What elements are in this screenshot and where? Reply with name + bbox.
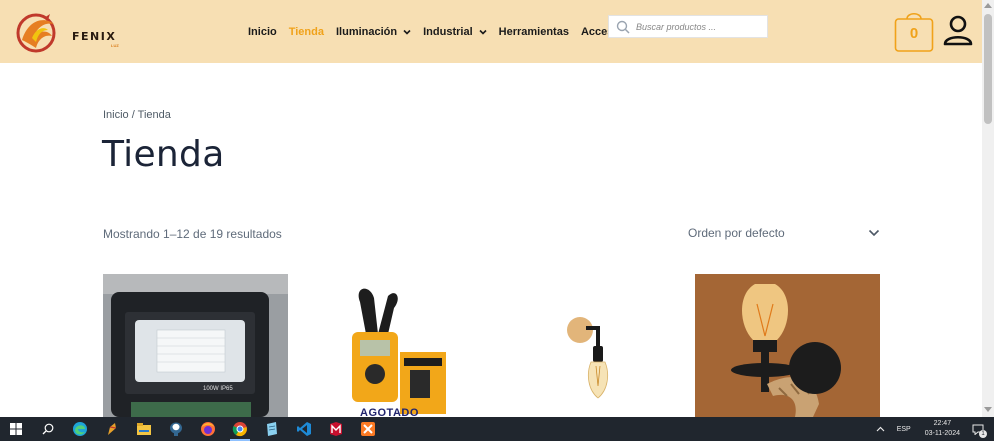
- file-explorer-icon: [137, 423, 151, 435]
- search-icon: [616, 20, 630, 34]
- ingco-clamp-meter: [300, 274, 485, 417]
- notification-count: 1: [979, 430, 987, 438]
- nav-label: Iluminación: [336, 26, 398, 38]
- chevron-down-icon: [403, 29, 411, 35]
- taskbar-edge[interactable]: [64, 417, 96, 441]
- orderby-select[interactable]: Orden por defecto: [688, 226, 880, 240]
- windows-taskbar: ESP 22:47 03-11-2024 1: [0, 417, 994, 441]
- firefox-icon: [201, 422, 215, 436]
- start-button[interactable]: [0, 417, 32, 441]
- chevron-down-icon: [479, 29, 487, 35]
- scroll-down-arrow-icon[interactable]: [984, 407, 992, 412]
- phoenix-logo-icon: [16, 13, 56, 53]
- product-card[interactable]: 100W IP65: [103, 274, 288, 417]
- taskbar-search-button[interactable]: [32, 417, 64, 441]
- search-box: [608, 15, 768, 38]
- pen-icon: [108, 423, 117, 435]
- site-header: FENIX LUZ Inicio Tienda Iluminación Indu…: [0, 0, 982, 63]
- search-icon: [42, 423, 54, 435]
- taskbar-vscode[interactable]: [288, 417, 320, 441]
- taskbar-chrome[interactable]: [224, 417, 256, 441]
- vscode-icon: [297, 422, 311, 436]
- product-card[interactable]: [498, 274, 683, 417]
- wall-lamp-edison-bulb: [498, 274, 683, 417]
- input-language[interactable]: ESP: [897, 426, 911, 433]
- nav-item-herramientas[interactable]: Herramientas: [499, 26, 569, 38]
- mcafee-icon: [330, 422, 342, 436]
- taskbar-xampp[interactable]: [352, 417, 384, 441]
- brand-name: FENIX: [72, 30, 117, 43]
- nav-item-iluminacion[interactable]: Iluminación: [336, 26, 411, 38]
- search-input[interactable]: [636, 21, 766, 32]
- chevron-up-icon[interactable]: [876, 426, 885, 432]
- windows-start-icon: [10, 423, 22, 435]
- clock-time: 22:47: [933, 420, 952, 427]
- breadcrumb: Inicio / Tienda: [103, 109, 171, 121]
- nav-label: Tienda: [288, 26, 324, 38]
- nav-item-tienda[interactable]: Tienda: [289, 26, 324, 38]
- taskbar-notepad[interactable]: [256, 417, 288, 441]
- user-icon: [943, 15, 973, 46]
- chevron-down-icon: [868, 229, 880, 237]
- floodlight-photo: 100W IP65: [103, 274, 288, 417]
- pgadmin-icon: [170, 422, 182, 436]
- breadcrumb-separator: /: [131, 109, 135, 121]
- result-count: Mostrando 1–12 de 19 resultados: [103, 227, 282, 241]
- nav-label: Herramientas: [498, 26, 569, 38]
- orderby-value: Orden por defecto: [688, 226, 785, 240]
- nav-item-inicio[interactable]: Inicio: [248, 26, 277, 38]
- taskbar-pen-app[interactable]: [96, 417, 128, 441]
- clock-date: 03-11-2024: [924, 430, 960, 437]
- breadcrumb-home-link[interactable]: Inicio: [103, 109, 129, 121]
- account-button[interactable]: [942, 14, 974, 51]
- main-nav: Inicio Tienda Iluminación Industrial Her…: [248, 26, 652, 38]
- page-title: Tienda: [102, 134, 225, 175]
- cart-count: 0: [909, 25, 919, 42]
- product-card[interactable]: [695, 274, 880, 417]
- cart-button[interactable]: 0: [894, 7, 934, 52]
- clock[interactable]: 22:47 03-11-2024: [925, 419, 960, 439]
- nav-label: Industrial: [423, 26, 473, 38]
- breadcrumb-current: Tienda: [137, 109, 171, 121]
- chrome-icon: [232, 422, 247, 437]
- edge-icon: [73, 422, 87, 436]
- notification-center-button[interactable]: 1: [968, 417, 988, 441]
- scroll-up-arrow-icon[interactable]: [984, 3, 992, 8]
- taskbar-firefox[interactable]: [192, 417, 224, 441]
- taskbar-file-explorer[interactable]: [128, 417, 160, 441]
- scrollbar-thumb[interactable]: [984, 14, 992, 124]
- product-card[interactable]: [300, 274, 485, 417]
- brand-tagline: LUZ: [111, 43, 119, 48]
- taskbar-mcafee[interactable]: [320, 417, 352, 441]
- nav-label: Inicio: [248, 26, 277, 38]
- xampp-icon: [361, 422, 375, 436]
- system-tray: ESP 22:47 03-11-2024 1: [876, 417, 994, 441]
- rope-wall-lamp-photo: [695, 274, 880, 417]
- product-image-text: 100W IP65: [203, 386, 233, 392]
- page: { "brand": { "name": "FENIX", "tagline":…: [0, 0, 994, 441]
- nav-item-industrial[interactable]: Industrial: [423, 26, 487, 38]
- taskbar-pgadmin[interactable]: [160, 417, 192, 441]
- page-scrollbar[interactable]: [982, 0, 994, 417]
- fenix-logo[interactable]: FENIX LUZ: [14, 10, 120, 54]
- notepad-icon: [267, 422, 277, 436]
